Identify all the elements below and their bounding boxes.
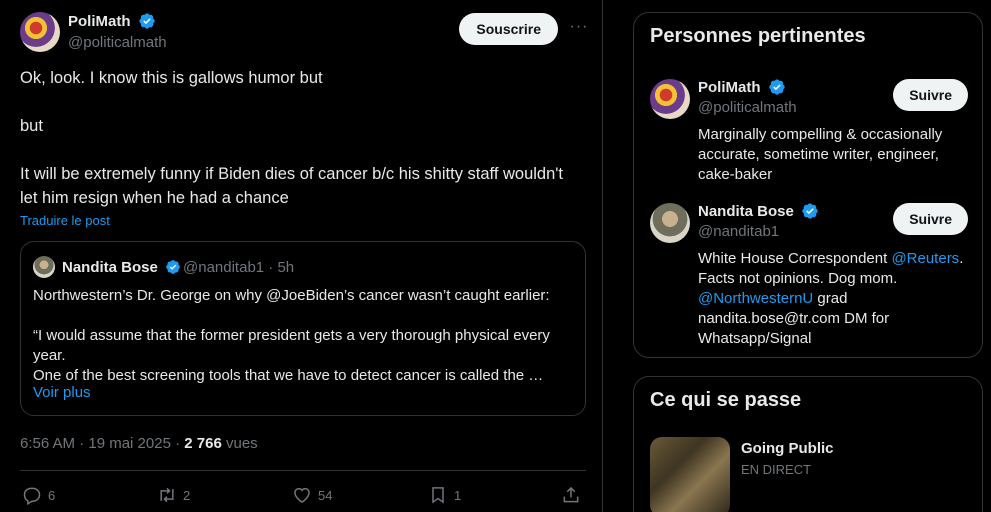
like-count: 54	[318, 487, 333, 503]
person-name-container[interactable]: PoliMath	[698, 79, 786, 96]
panel-title: Ce qui se passe	[650, 389, 802, 411]
quote-author-name: Nandita Bose	[62, 259, 158, 276]
bio-text: White House Correspondent	[698, 250, 892, 267]
repost-button[interactable]: 2	[157, 482, 190, 508]
happening-item[interactable]: Going Public EN DIRECT	[650, 437, 968, 512]
repost-icon	[160, 487, 174, 503]
whats-happening-panel: Ce qui se passe Going Public EN DIRECT	[633, 376, 983, 512]
northwestern-link[interactable]: @NorthwesternU	[698, 290, 813, 307]
quote-line: “I would assume that the former presiden…	[33, 327, 550, 364]
subscribe-button[interactable]: Souscrire	[459, 13, 558, 45]
like-button[interactable]: 54	[292, 482, 332, 508]
timestamp-text[interactable]: 6:56 AM · 19 mai 2025 ·	[20, 435, 184, 452]
happening-thumbnail	[650, 437, 730, 512]
share-button[interactable]	[561, 482, 587, 508]
quote-line: One of the best screening tools that we …	[33, 367, 544, 384]
author-handle[interactable]: @politicalmath	[68, 34, 167, 51]
quote-body: Northwestern’s Dr. George on why @JoeBid…	[33, 286, 573, 386]
avatar[interactable]	[650, 203, 690, 243]
divider	[20, 470, 586, 471]
quote-author-name-container: Nandita Bose	[62, 259, 181, 276]
person-bio: White House Correspondent @Reuters. Fact…	[698, 249, 968, 349]
views-label: vues	[221, 435, 258, 452]
share-icon	[563, 486, 579, 503]
more-icon[interactable]: ···	[568, 18, 590, 38]
author-name[interactable]: PoliMath	[68, 13, 131, 30]
right-sidebar: Personnes pertinentes PoliMath @politica…	[633, 0, 983, 512]
repost-count: 2	[183, 487, 191, 503]
bookmark-icon	[432, 487, 444, 504]
tweet-line: but	[20, 117, 43, 135]
views-count: 2 766	[184, 435, 222, 452]
author-name-container[interactable]: PoliMath	[68, 13, 156, 30]
person-card[interactable]: PoliMath @politicalmath Suivre Marginall…	[650, 79, 968, 189]
quote-tweet-card[interactable]: Nandita Bose @nanditab1 · 5h Northwester…	[20, 241, 586, 416]
tweet-author-row: PoliMath @politicalmath Souscrire ···	[20, 12, 590, 54]
verified-badge-icon	[138, 13, 155, 29]
tweet-timestamp[interactable]: 6:56 AM · 19 mai 2025 · 2 766 vues	[20, 435, 258, 452]
person-card[interactable]: Nandita Bose @nanditab1 Suivre White Hou…	[650, 203, 968, 353]
person-bio: Marginally compelling & occasionally acc…	[698, 126, 943, 183]
person-name[interactable]: Nandita Bose	[698, 203, 794, 220]
avatar	[33, 256, 55, 278]
reply-icon	[23, 487, 41, 505]
follow-button[interactable]: Suivre	[893, 79, 968, 111]
bookmark-button[interactable]: 1	[428, 482, 461, 508]
tweet-text: Ok, look. I know this is gallows humor b…	[20, 66, 580, 210]
person-handle[interactable]: @politicalmath	[698, 99, 797, 116]
happening-title: Going Public	[741, 440, 834, 457]
avatar[interactable]	[650, 79, 690, 119]
quote-line: Northwestern’s Dr. George on why @JoeBid…	[33, 287, 550, 304]
avatar[interactable]	[20, 12, 60, 52]
verified-badge-icon	[768, 79, 785, 95]
person-handle[interactable]: @nanditab1	[698, 223, 779, 240]
translate-post-link[interactable]: Traduire le post	[20, 213, 110, 228]
like-icon	[294, 487, 310, 503]
see-more-link[interactable]: Voir plus	[33, 384, 91, 401]
panel-title: Personnes pertinentes	[650, 25, 866, 47]
person-name-container[interactable]: Nandita Bose	[698, 203, 819, 220]
quote-header: Nandita Bose @nanditab1 · 5h	[33, 256, 573, 278]
quote-meta: @nanditab1 · 5h	[183, 259, 295, 276]
main-column: PoliMath @politicalmath Souscrire ··· Ok…	[0, 0, 603, 512]
verified-badge-icon	[802, 203, 818, 219]
verified-badge-icon	[166, 260, 180, 274]
relevant-people-panel: Personnes pertinentes PoliMath @politica…	[633, 12, 983, 358]
tweet-line: Ok, look. I know this is gallows humor b…	[20, 69, 323, 87]
person-name[interactable]: PoliMath	[698, 79, 761, 96]
live-status-label: EN DIRECT	[741, 462, 812, 477]
bookmark-count: 1	[454, 487, 462, 503]
reuters-link[interactable]: @Reuters	[891, 250, 959, 267]
tweet-line: It will be extremely funny if Biden dies…	[20, 165, 564, 207]
tweet-actions: 6 2 54 1	[20, 482, 586, 508]
reply-count: 6	[48, 487, 56, 503]
reply-button[interactable]: 6	[22, 482, 55, 508]
follow-button[interactable]: Suivre	[893, 203, 968, 235]
